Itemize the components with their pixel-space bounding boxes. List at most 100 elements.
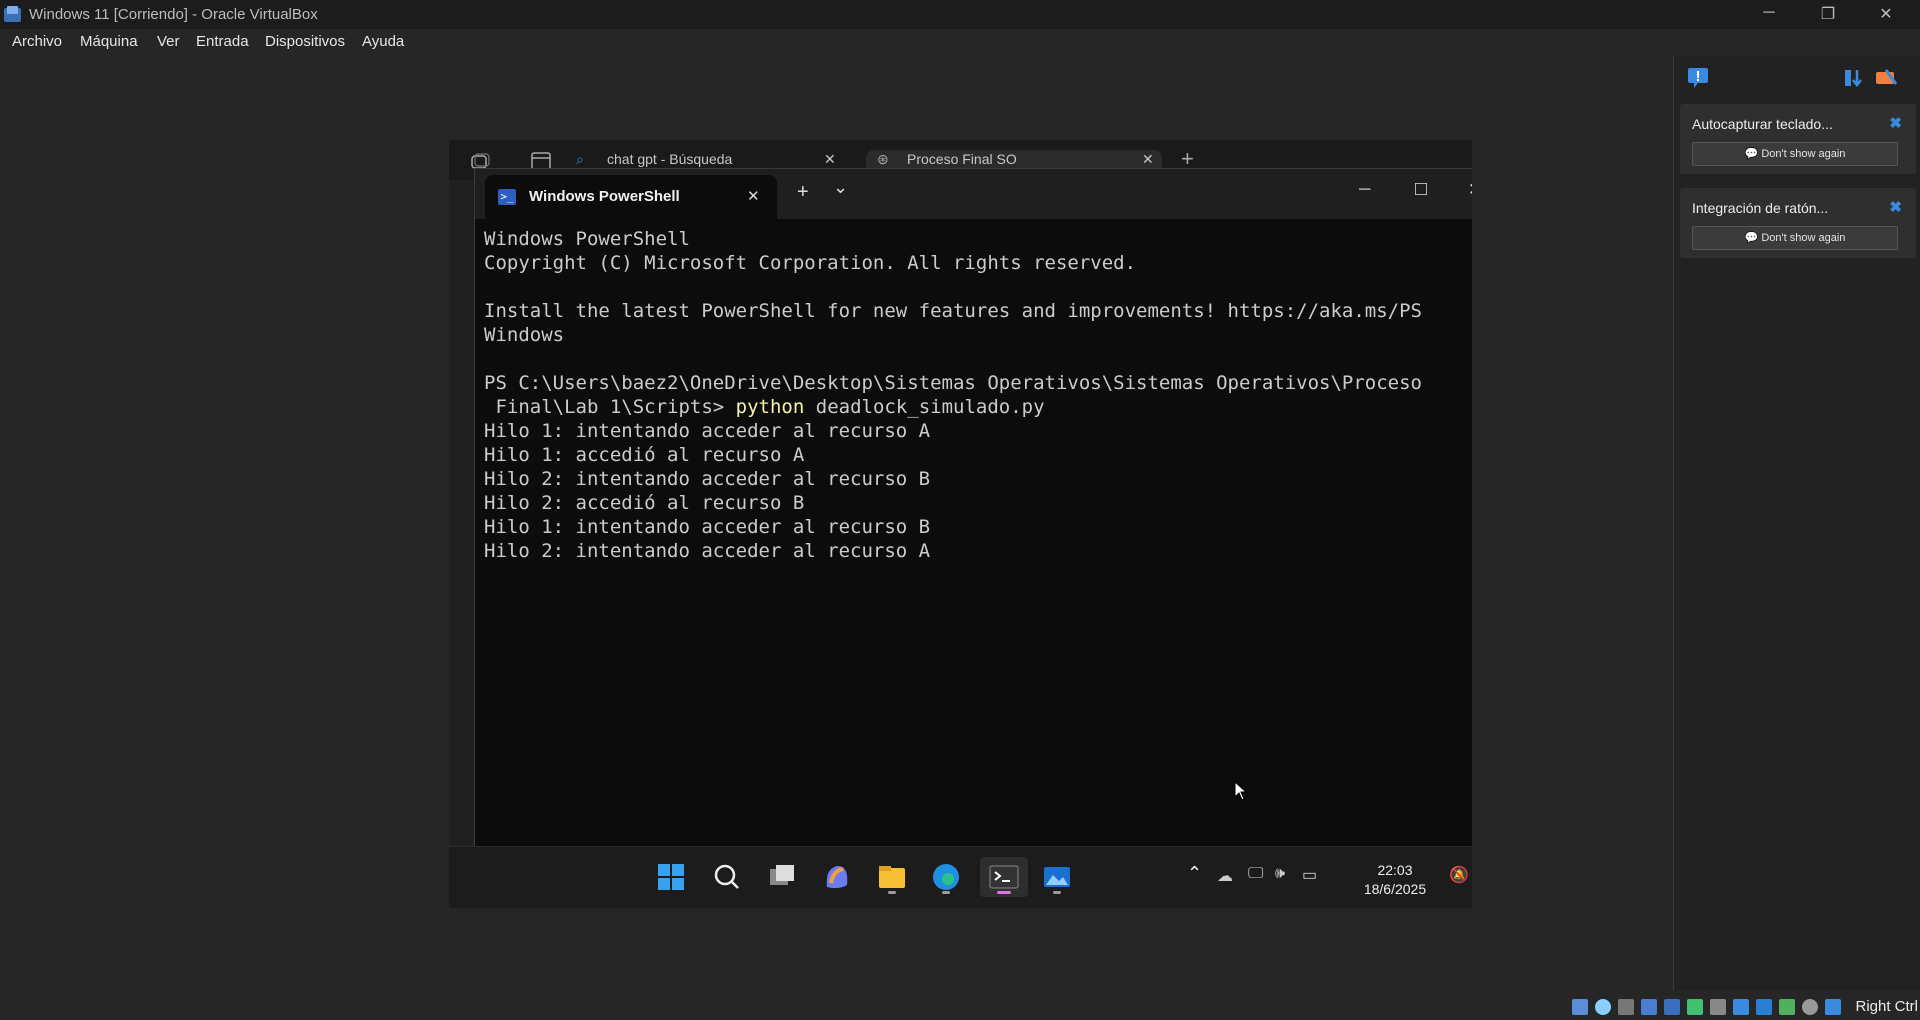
- chatgpt-icon: ⊛: [877, 151, 889, 167]
- notification-title: Integración de ratón...: [1692, 200, 1829, 216]
- floppy-icon[interactable]: [1618, 999, 1634, 1015]
- terminal-title-bar: >_ Windows PowerShell ✕ + ⌄ ─ □ ✕: [475, 169, 1472, 219]
- usb-icon[interactable]: [1687, 999, 1703, 1015]
- file-explorer-icon[interactable]: [872, 857, 912, 897]
- search-icon[interactable]: [707, 857, 747, 897]
- keyboard-capture-icon[interactable]: [1825, 999, 1841, 1015]
- mouse-cursor-icon: [1234, 781, 1248, 801]
- terminal-close-button[interactable]: ✕: [1468, 180, 1472, 200]
- dont-show-again-button[interactable]: 💬 Don't show again: [1692, 226, 1898, 250]
- taskbar: ⌃ ☁ 🖵 🕪 ▭ 22:03 18/6/2025 🔕: [449, 846, 1472, 908]
- task-view-icon[interactable]: [762, 857, 802, 897]
- search-icon: ⌕: [576, 151, 584, 167]
- clock-time: 22:03: [1377, 862, 1413, 878]
- battery-icon[interactable]: ▭: [1302, 865, 1317, 885]
- output-line: Hilo 1: intentando acceder al recurso A: [484, 420, 931, 442]
- volume-icon[interactable]: 🕪: [1275, 865, 1285, 883]
- close-icon[interactable]: ✖: [1889, 114, 1902, 132]
- guest-screen[interactable]: ⌕ chat gpt - Búsqueda ✕ ⊛ Proceso Final …: [449, 140, 1472, 908]
- minimize-button[interactable]: ─: [1754, 4, 1784, 22]
- new-tab-button[interactable]: +: [797, 181, 809, 204]
- chevron-up-icon[interactable]: ⌃: [1187, 863, 1202, 884]
- menu-dispositivos[interactable]: Dispositivos: [265, 33, 345, 50]
- clock[interactable]: 22:03 18/6/2025: [1349, 861, 1441, 899]
- menu-archivo[interactable]: Archivo: [12, 33, 62, 50]
- menu-entrada[interactable]: Entrada: [196, 33, 249, 50]
- terminal-output[interactable]: Windows PowerShell Copyright (C) Microsof…: [484, 227, 1472, 563]
- audio-icon[interactable]: [1641, 999, 1657, 1015]
- clear-notifications-icon[interactable]: [1874, 66, 1898, 90]
- running-indicator: [997, 891, 1011, 894]
- notification-title: Autocapturar teclado...: [1692, 116, 1833, 132]
- running-indicator: [1053, 891, 1061, 894]
- powershell-icon: >_: [498, 189, 516, 205]
- close-button[interactable]: ✕: [1871, 4, 1901, 24]
- terminal-tab[interactable]: >_ Windows PowerShell ✕: [485, 175, 777, 219]
- host-menu-bar: Archivo Máquina Ver Entrada Dispositivos…: [0, 29, 1920, 57]
- display-icon[interactable]: [1733, 999, 1749, 1015]
- recording-icon[interactable]: [1756, 999, 1772, 1015]
- network-icon[interactable]: 🖵: [1248, 865, 1263, 883]
- terminal-tab-label: Windows PowerShell: [529, 188, 680, 205]
- output-line: Hilo 1: intentando acceder al recurso B: [484, 516, 931, 538]
- terminal-maximize-button[interactable]: □: [1415, 178, 1427, 201]
- close-icon[interactable]: ✖: [1889, 198, 1902, 216]
- terminal-line: ​: [484, 347, 1472, 371]
- button-label: Don't show again: [1761, 148, 1846, 160]
- host-window-title: Windows 11 [Corriendo] - Oracle VirtualB…: [29, 6, 318, 23]
- terminal-line: ​: [484, 275, 1472, 299]
- copilot-icon[interactable]: [817, 857, 857, 897]
- optical-drive-icon[interactable]: [1595, 999, 1611, 1015]
- shared-folder-icon[interactable]: [1710, 999, 1726, 1015]
- output-line: Hilo 2: intentando acceder al recurso B: [484, 468, 931, 490]
- notification-keyboard: Autocapturar teclado... ✖ 💬 Don't show a…: [1680, 104, 1916, 174]
- edge-icon[interactable]: [926, 857, 966, 897]
- command-args: deadlock_simulado.py: [804, 396, 1045, 418]
- start-icon[interactable]: [651, 857, 691, 897]
- menu-ayuda[interactable]: Ayuda: [362, 33, 404, 50]
- prompt-line: Final\Lab 1\Scripts> python deadlock_sim…: [484, 395, 1472, 419]
- close-icon[interactable]: ✕: [824, 151, 836, 168]
- terminal-line: PS C:\Users\baez2\OneDrive\Desktop\Siste…: [484, 372, 1422, 394]
- terminal-line: Windows: [484, 324, 565, 346]
- restore-button[interactable]: ❐: [1813, 4, 1843, 24]
- output-line: Hilo 2: accedió al recurso B: [484, 492, 805, 514]
- close-icon[interactable]: ✕: [747, 187, 760, 205]
- button-label: Don't show again: [1761, 232, 1846, 244]
- close-icon[interactable]: ✕: [1142, 151, 1154, 168]
- terminal-icon[interactable]: [980, 857, 1028, 897]
- host-title-bar: Windows 11 [Corriendo] - Oracle VirtualB…: [0, 0, 1920, 29]
- menu-ver[interactable]: Ver: [157, 33, 180, 50]
- powershell-window[interactable]: >_ Windows PowerShell ✕ + ⌄ ─ □ ✕ Window…: [474, 168, 1472, 908]
- notification-mouse: Integración de ratón... ✖ 💬 Don't show a…: [1680, 188, 1916, 258]
- terminal-line: Copyright (C) Microsoft Corporation. All…: [484, 252, 1137, 274]
- command-keyword: python: [735, 396, 805, 418]
- virtualbox-logo-icon: [4, 6, 21, 22]
- notification-center-icon[interactable]: [1686, 66, 1710, 90]
- notification-panel: Autocapturar teclado... ✖ 💬 Don't show a…: [1673, 56, 1920, 990]
- dont-show-again-button[interactable]: 💬 Don't show again: [1692, 142, 1898, 166]
- terminal-line: Windows PowerShell: [484, 228, 690, 250]
- running-indicator: [888, 891, 896, 894]
- output-line: Hilo 1: accedió al recurso A: [484, 444, 805, 466]
- chevron-down-icon[interactable]: ⌄: [833, 177, 848, 198]
- edge-tab-label: chat gpt - Búsqueda: [607, 151, 733, 167]
- notifications-icon[interactable]: 🔕: [1449, 865, 1469, 885]
- output-line: Hilo 2: intentando acceder al recurso A: [484, 540, 931, 562]
- sort-icon[interactable]: [1842, 66, 1866, 90]
- cpu-icon[interactable]: [1779, 999, 1795, 1015]
- prompt: Final\Lab 1\Scripts>: [484, 396, 736, 418]
- terminal-minimize-button[interactable]: ─: [1359, 181, 1370, 199]
- running-indicator: [942, 891, 950, 894]
- hard-disk-icon[interactable]: [1572, 999, 1588, 1015]
- menu-maquina[interactable]: Máquina: [80, 33, 138, 50]
- status-bar: Right Ctrl: [1570, 994, 1920, 1020]
- info-icon: 💬: [1744, 232, 1762, 244]
- clock-date: 18/6/2025: [1363, 881, 1427, 897]
- network-adapter-icon[interactable]: [1664, 999, 1680, 1015]
- mouse-integration-icon[interactable]: [1802, 999, 1818, 1015]
- terminal-line: Install the latest PowerShell for new fe…: [484, 300, 1422, 322]
- photos-icon[interactable]: [1037, 857, 1077, 897]
- info-icon: 💬: [1744, 148, 1762, 160]
- onedrive-icon[interactable]: ☁: [1217, 866, 1233, 886]
